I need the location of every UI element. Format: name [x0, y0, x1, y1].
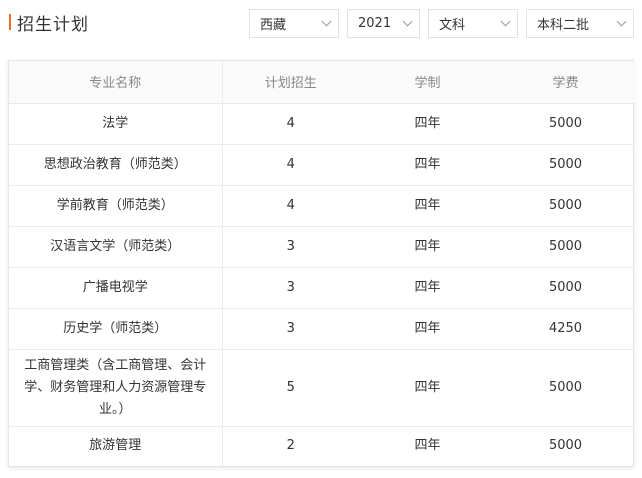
- column-header-major: 专业名称: [9, 61, 223, 104]
- enrollment-plan-table: 专业名称 计划招生 学制 学费 法学 4 四年 5000 思想政治教育（师范类）…: [8, 60, 635, 467]
- subject-select-value: 文科: [439, 18, 466, 33]
- fee-cell: 5000: [496, 185, 635, 227]
- filter-bar: 西藏 2021 文科 本科二批: [249, 9, 634, 38]
- table-row: 旅游管理 2 四年 5000: [9, 426, 635, 466]
- column-header-plan: 计划招生: [222, 61, 359, 104]
- duration-cell: 四年: [414, 438, 441, 454]
- plan-cell: 4: [222, 103, 359, 145]
- major-cell: 汉语言文学（师范类）: [9, 226, 223, 268]
- table-row: 广播电视学 3 四年 5000: [9, 267, 635, 309]
- table-header-row: 专业名称 计划招生 学制 学费: [9, 61, 635, 104]
- fee-cell: 4250: [496, 308, 635, 350]
- province-select-value: 西藏: [260, 18, 287, 33]
- fee-cell: 5000: [496, 103, 635, 145]
- province-select[interactable]: 西藏: [249, 9, 339, 38]
- batch-select-value: 本科二批: [537, 18, 590, 33]
- duration-cell: 四年: [359, 349, 496, 427]
- year-select-value: 2021: [358, 16, 392, 31]
- fee-cell: 5000: [496, 226, 635, 268]
- table-row: 学前教育（师范类） 4 四年 5000: [9, 185, 635, 227]
- major-cell: 历史学（师范类）: [9, 308, 223, 350]
- duration-cell: 四年: [359, 103, 496, 145]
- table-row: 法学 4 四年 5000: [9, 103, 635, 145]
- chevron-down-icon: [402, 16, 413, 27]
- column-header-duration: 学制: [359, 61, 496, 104]
- year-select[interactable]: 2021: [347, 9, 420, 38]
- plan-cell: 2: [286, 438, 295, 454]
- chevron-down-icon: [321, 16, 332, 27]
- major-cell: 思想政治教育（师范类）: [9, 144, 223, 186]
- plan-cell: 3: [222, 226, 359, 268]
- table-row: 工商管理类（含工商管理、会计学、财务管理和人力资源管理专业。） 5 四年 500…: [9, 349, 635, 427]
- major-cell: 学前教育（师范类）: [9, 185, 223, 227]
- chevron-down-icon: [500, 16, 511, 27]
- fee-cell: 5000: [496, 349, 635, 427]
- plan-cell: 3: [222, 267, 359, 309]
- fee-cell: 5000: [548, 438, 583, 454]
- subject-select[interactable]: 文科: [428, 9, 518, 38]
- fee-cell: 5000: [496, 267, 635, 309]
- duration-cell: 四年: [359, 308, 496, 350]
- chevron-down-icon: [616, 16, 627, 27]
- table-row: 思想政治教育（师范类） 4 四年 5000: [9, 144, 635, 186]
- column-header-fee: 学费: [496, 61, 635, 104]
- plan-cell: 5: [222, 349, 359, 427]
- page-header: 招生计划 西藏 2021 文科 本科二批: [0, 0, 642, 46]
- title-accent-bar: [9, 14, 11, 30]
- major-cell: 法学: [9, 103, 223, 145]
- plan-cell: 3: [222, 308, 359, 350]
- table-row: 历史学（师范类） 3 四年 4250: [9, 308, 635, 350]
- duration-cell: 四年: [359, 267, 496, 309]
- table-row: 汉语言文学（师范类） 3 四年 5000: [9, 226, 635, 268]
- major-cell: 旅游管理: [9, 426, 223, 466]
- duration-cell: 四年: [359, 185, 496, 227]
- major-cell: 工商管理类（含工商管理、会计学、财务管理和人力资源管理专业。）: [9, 349, 223, 427]
- major-cell: 广播电视学: [9, 267, 223, 309]
- duration-cell: 四年: [359, 226, 496, 268]
- page-title: 招生计划: [17, 15, 89, 35]
- fee-cell: 5000: [496, 144, 635, 186]
- duration-cell: 四年: [359, 144, 496, 186]
- batch-select[interactable]: 本科二批: [526, 9, 634, 38]
- plan-cell: 4: [222, 144, 359, 186]
- plan-cell: 4: [222, 185, 359, 227]
